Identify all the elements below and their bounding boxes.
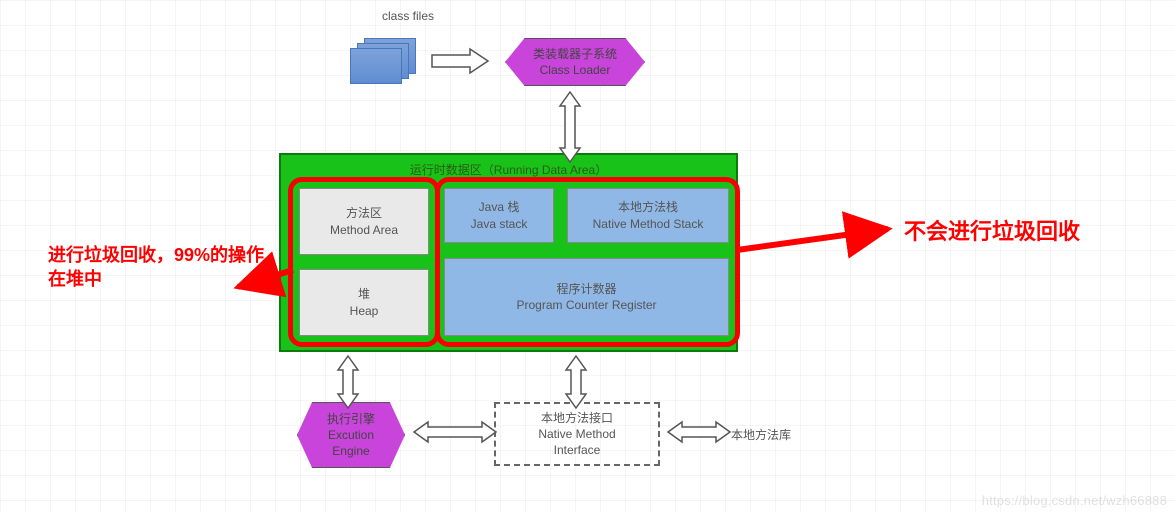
- callout-right: 不会进行垃圾回收: [904, 217, 1164, 247]
- native-method-interface-box: 本地方法接口 Native Method Interface: [494, 402, 660, 466]
- class-loader-hex: 类装载器子系统 Class Loader: [505, 38, 645, 86]
- gc-area-frame: [288, 177, 440, 347]
- class-files-label: class files: [348, 8, 468, 24]
- execution-engine-hex: 执行引擎 Excution Engine: [297, 402, 405, 468]
- no-gc-area-frame: [435, 177, 740, 347]
- class-files-icon: [350, 38, 420, 83]
- native-method-library-label: 本地方法库: [731, 426, 791, 443]
- watermark: https://blog.csdn.net/wzh66888: [982, 493, 1167, 508]
- callout-left: 进行垃圾回收，99%的操作 在堆中: [48, 243, 278, 292]
